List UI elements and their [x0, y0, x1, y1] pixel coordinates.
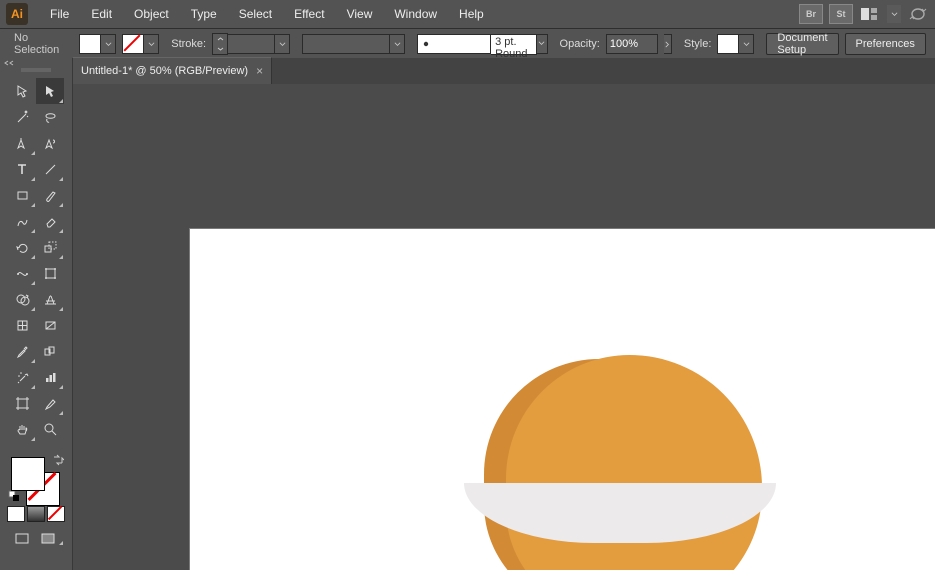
default-fill-stroke-icon[interactable]	[8, 490, 20, 502]
brush-name: 3 pt. Round	[491, 34, 537, 55]
stroke-swatch-dropdown[interactable]	[144, 34, 159, 54]
type-tool[interactable]	[8, 156, 36, 182]
style-dropdown[interactable]	[739, 34, 754, 54]
menu-window[interactable]: Window	[384, 3, 447, 25]
selection-tool[interactable]	[8, 78, 36, 104]
gradient-mode-button[interactable]	[27, 506, 45, 522]
close-tab-icon[interactable]: ×	[256, 64, 263, 78]
variable-width-field[interactable]	[302, 34, 390, 54]
variable-width-dropdown[interactable]	[390, 34, 405, 54]
document-tab-bar: Untitled-1* @ 50% (RGB/Preview) ×	[73, 58, 935, 84]
artboard-tool[interactable]	[8, 390, 36, 416]
brush-dropdown[interactable]	[537, 34, 547, 54]
document-tab-title: Untitled-1* @ 50% (RGB/Preview)	[81, 65, 248, 77]
normal-screen-mode[interactable]	[8, 528, 36, 550]
zoom-tool[interactable]	[36, 416, 64, 442]
rotate-tool[interactable]	[8, 234, 36, 260]
stroke-swatch-group[interactable]	[122, 34, 159, 54]
selection-status: No Selection	[6, 32, 67, 56]
none-mode-button[interactable]	[47, 506, 65, 522]
lasso-tool[interactable]	[36, 104, 64, 130]
curvature-tool[interactable]	[36, 130, 64, 156]
rectangle-tool[interactable]	[8, 182, 36, 208]
sync-settings-icon[interactable]	[907, 6, 929, 22]
menu-type[interactable]: Type	[181, 3, 227, 25]
color-mode-row	[7, 506, 65, 522]
canvas-viewport[interactable]	[73, 84, 935, 570]
free-transform-tool[interactable]	[36, 260, 64, 286]
line-segment-tool[interactable]	[36, 156, 64, 182]
shaper-tool[interactable]	[8, 208, 36, 234]
brush-definition[interactable]: 3 pt. Round	[417, 34, 547, 55]
width-tool[interactable]	[8, 260, 36, 286]
eraser-tool[interactable]	[36, 208, 64, 234]
menu-edit[interactable]: Edit	[81, 3, 122, 25]
style-label: Style:	[684, 38, 712, 50]
style-swatch[interactable]	[717, 34, 739, 54]
tools-panel	[0, 58, 73, 570]
stroke-weight-input[interactable]	[228, 34, 275, 54]
menu-help[interactable]: Help	[449, 3, 494, 25]
bridge-button[interactable]: Br	[799, 4, 823, 24]
eyedropper-tool[interactable]	[8, 338, 36, 364]
stroke-label: Stroke:	[171, 38, 206, 50]
menu-select[interactable]: Select	[229, 3, 282, 25]
document-tab[interactable]: Untitled-1* @ 50% (RGB/Preview) ×	[73, 57, 272, 84]
arrange-documents-dropdown[interactable]	[887, 5, 901, 23]
gradient-tool[interactable]	[36, 312, 64, 338]
magic-wand-tool[interactable]	[8, 104, 36, 130]
fill-stroke-proxy[interactable]	[8, 454, 64, 502]
fill-dropdown[interactable]	[101, 34, 116, 54]
menu-file[interactable]: File	[40, 3, 79, 25]
tools-panel-collapse[interactable]	[0, 58, 74, 68]
variable-width-profile[interactable]	[302, 34, 405, 54]
column-graph-tool[interactable]	[36, 364, 64, 390]
opacity-dropdown[interactable]	[664, 34, 672, 54]
shape-builder-tool[interactable]	[8, 286, 36, 312]
opacity-label: Opacity:	[560, 38, 600, 50]
app-logo: Ai	[6, 3, 28, 25]
stroke-weight-dropdown[interactable]	[275, 34, 290, 54]
menu-bar: Ai File Edit Object Type Select Effect V…	[0, 0, 935, 28]
hand-tool[interactable]	[8, 416, 36, 442]
mesh-tool[interactable]	[8, 312, 36, 338]
color-mode-button[interactable]	[7, 506, 25, 522]
artboard[interactable]	[189, 228, 935, 570]
graphic-style[interactable]	[717, 34, 754, 54]
arrange-documents-button[interactable]	[859, 6, 881, 22]
scale-tool[interactable]	[36, 234, 64, 260]
stroke-weight-field[interactable]	[212, 33, 290, 55]
fill-proxy[interactable]	[11, 457, 45, 491]
preferences-button[interactable]: Preferences	[845, 33, 926, 55]
control-bar: No Selection Stroke: 3 pt. Round Opacity…	[0, 28, 935, 60]
fill-swatch[interactable]	[79, 34, 101, 54]
stock-button[interactable]: St	[829, 4, 853, 24]
menu-object[interactable]: Object	[124, 3, 179, 25]
symbol-sprayer-tool[interactable]	[8, 364, 36, 390]
opacity-input[interactable]	[606, 34, 658, 54]
menu-view[interactable]: View	[337, 3, 383, 25]
blend-tool[interactable]	[36, 338, 64, 364]
menu-effect[interactable]: Effect	[284, 3, 334, 25]
workspace: Untitled-1* @ 50% (RGB/Preview) ×	[73, 58, 935, 570]
slice-tool[interactable]	[36, 390, 64, 416]
stroke-swatch-none[interactable]	[122, 34, 144, 54]
stroke-weight-stepper[interactable]	[212, 33, 228, 55]
direct-selection-tool[interactable]	[36, 78, 64, 104]
perspective-grid-tool[interactable]	[36, 286, 64, 312]
paintbrush-tool[interactable]	[36, 182, 64, 208]
fill-swatch-group[interactable]	[79, 34, 116, 54]
swap-fill-stroke-icon[interactable]	[52, 454, 64, 466]
document-setup-button[interactable]: Document Setup	[766, 33, 838, 55]
pen-tool[interactable]	[8, 130, 36, 156]
change-screen-mode[interactable]	[36, 528, 64, 550]
